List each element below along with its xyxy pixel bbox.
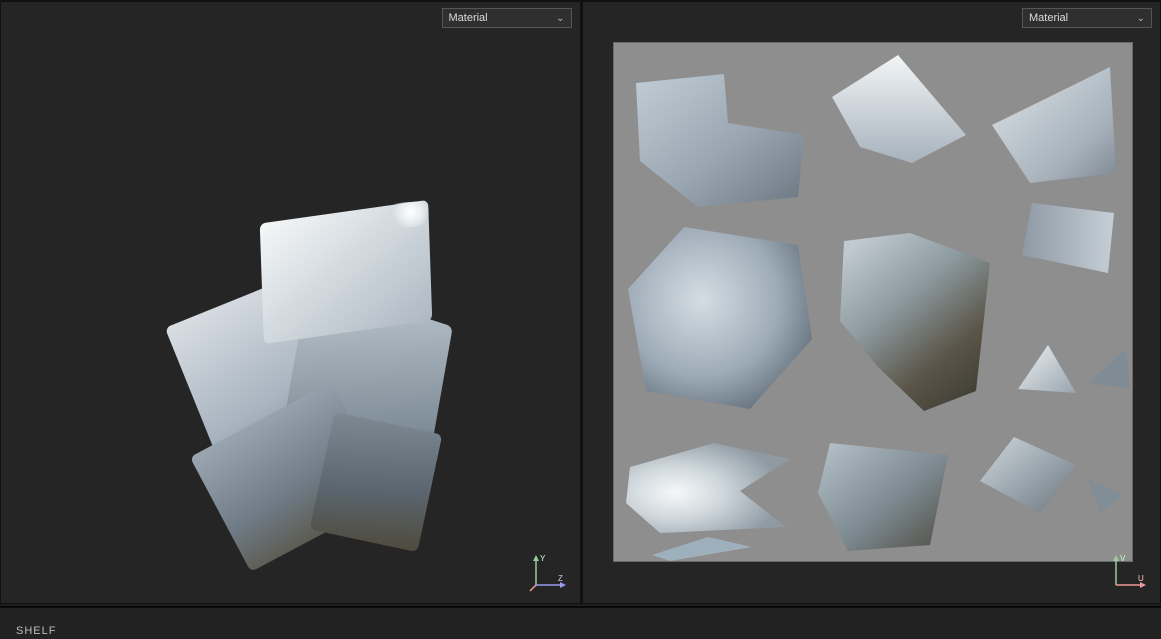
uv-island[interactable] [620,433,800,543]
chevron-down-icon: ⌄ [1137,13,1145,24]
uv-island[interactable] [830,229,1000,419]
shelf-panel-label[interactable]: SHELF [16,625,56,637]
shading-mode-label: Material [449,12,488,24]
uv-island[interactable] [622,219,822,419]
uv-canvas[interactable] [613,42,1133,562]
uv-island[interactable] [984,61,1124,191]
axis-right-label: Z [558,574,563,583]
axis-gizmo-3d: Y Z [528,553,568,593]
shading-mode-dropdown-uv[interactable]: Material ⌄ [1022,8,1152,28]
uv-island[interactable] [628,65,818,215]
viewport-split: Material ⌄ Y Z Material ⌄ [0,0,1161,604]
footer-bar: SHELF [0,606,1161,639]
axis-up-label: Y [540,554,546,563]
shading-mode-dropdown-3d[interactable]: Material ⌄ [442,8,572,28]
viewport-3d[interactable]: Material ⌄ Y Z [0,1,581,604]
uv-island[interactable] [648,533,758,563]
axis-right-label: U [1138,574,1144,583]
chevron-down-icon: ⌄ [556,13,564,24]
uv-island[interactable] [1014,195,1124,285]
uv-island[interactable] [1012,339,1082,403]
shading-mode-label: Material [1029,12,1068,24]
uv-island[interactable] [812,433,962,558]
uv-island[interactable] [1082,343,1134,393]
uv-island[interactable] [974,431,1084,521]
uv-island[interactable] [824,51,974,171]
viewport-uv[interactable]: Material ⌄ [581,1,1161,604]
mesh-preview[interactable] [151,172,451,532]
uv-island[interactable] [1082,473,1128,517]
